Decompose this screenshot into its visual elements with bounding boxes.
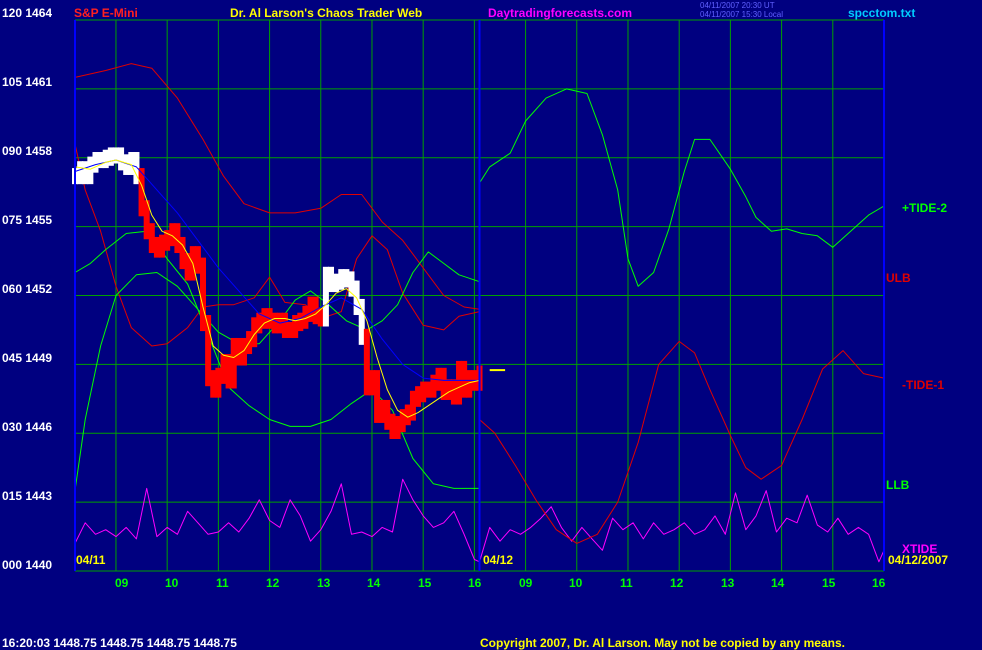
price-bar [194, 246, 201, 274]
ma-blue-line [74, 159, 480, 381]
price-bar [420, 381, 427, 403]
price-bar [230, 337, 237, 389]
site-link[interactable]: Daytradingforecasts.com [488, 6, 632, 20]
price-bar [77, 161, 84, 185]
price-bar [256, 312, 263, 334]
x-tick-label: 16 [872, 576, 886, 590]
y-tick-label: 015 1443 [2, 489, 53, 503]
copyright-notice: Copyright 2007, Dr. Al Larson. May not b… [480, 636, 845, 650]
price-bar [368, 370, 375, 396]
x-tick-label: 13 [317, 576, 331, 590]
price-bar [322, 266, 329, 327]
price-bar [394, 416, 401, 439]
price-bar [389, 413, 396, 439]
x-tick-label: 15 [418, 576, 432, 590]
tide1-forecast-line [479, 340, 885, 544]
price-bar [87, 156, 94, 185]
price-bar [343, 269, 350, 288]
price-bar [430, 374, 437, 398]
price-bar [92, 152, 99, 173]
price-bar [374, 370, 381, 423]
filename-label: spcctom.txt [848, 6, 916, 20]
series-label-tide1: -TIDE-1 [902, 378, 944, 392]
y-tick-label: 000 1440 [2, 558, 53, 572]
price-bar [379, 399, 386, 423]
y-tick-label: 060 1452 [2, 282, 53, 296]
y-tick-label: 075 1455 [2, 213, 53, 227]
price-bar [281, 312, 288, 338]
x-tick-label: 10 [569, 576, 583, 590]
price-bar [445, 379, 452, 400]
date-label-day2: 04/12 [483, 553, 514, 567]
timestamp-local: 04/11/2007 15:30 Local [700, 10, 784, 19]
price-bar [235, 337, 242, 366]
ma-yellow-line [74, 159, 480, 418]
price-bar [333, 273, 340, 293]
y-tick-label: 045 1449 [2, 351, 53, 365]
price-bar [307, 296, 314, 322]
price-bar [179, 236, 186, 270]
price-bar [287, 321, 294, 338]
price-bar [358, 298, 365, 345]
x-tick-label: 13 [721, 576, 735, 590]
price-bar [200, 257, 207, 332]
price-bar [210, 370, 217, 398]
x-tick-label: 12 [266, 576, 280, 590]
x-tick-label: 14 [771, 576, 785, 590]
price-bar [328, 266, 335, 293]
price-bar [153, 236, 160, 258]
x-tick-label: 14 [367, 576, 381, 590]
llb-line [74, 230, 480, 489]
x-tick-label: 10 [165, 576, 179, 590]
series-label-tide2: +TIDE-2 [902, 201, 948, 215]
x-tick-label: 15 [822, 576, 836, 590]
y-tick-label: 090 1458 [2, 144, 53, 158]
series-label-ulb: ULB [886, 271, 911, 285]
price-bar [102, 149, 109, 169]
last-quote: 16:20:03 1448.75 1448.75 1448.75 1448.75 [2, 636, 237, 650]
price-bar [292, 315, 299, 338]
price-bar [148, 223, 155, 254]
price-bar [220, 354, 227, 384]
y-tick-label: 030 1446 [2, 420, 53, 434]
site-owner-title: Dr. Al Larson's Chaos Trader Web [230, 6, 423, 20]
x-tick-label: 09 [115, 576, 129, 590]
price-bar [450, 379, 457, 405]
price-bar [118, 147, 125, 171]
x-tick-label: 11 [620, 576, 633, 590]
price-bar [271, 312, 278, 334]
x-tick-label: 12 [670, 576, 684, 590]
price-bar [297, 312, 304, 332]
price-bar [159, 234, 166, 258]
price-bar [404, 404, 411, 426]
tide2-forecast-line [479, 88, 885, 287]
ulb-line [74, 63, 480, 310]
series-layer [72, 63, 885, 563]
price-bar [225, 354, 232, 389]
date-label-day1: 04/11 [76, 553, 106, 567]
price-bar [425, 381, 432, 398]
series-label-llb: LLB [886, 478, 910, 492]
price-bar [215, 367, 222, 398]
price-bar [363, 328, 370, 396]
price-bar [107, 147, 114, 166]
price-bar [415, 386, 422, 407]
series-label-xtide: XTIDE [902, 542, 938, 556]
price-bar [461, 360, 468, 398]
price-bar [82, 161, 89, 185]
chart-title: S&P E-Mini [74, 6, 138, 20]
y-tick-label: 120 1464 [2, 6, 53, 20]
x-tick-label: 11 [216, 576, 229, 590]
mid-green-band-line [74, 251, 480, 491]
price-bar [384, 399, 391, 430]
timestamp-ut: 04/11/2007 20:30 UT [700, 1, 775, 10]
price-bar [338, 269, 345, 290]
y-tick-label: 105 1461 [2, 75, 53, 89]
x-tick-label: 16 [468, 576, 482, 590]
x-tick-label: 09 [519, 576, 533, 590]
price-bar [456, 360, 463, 405]
